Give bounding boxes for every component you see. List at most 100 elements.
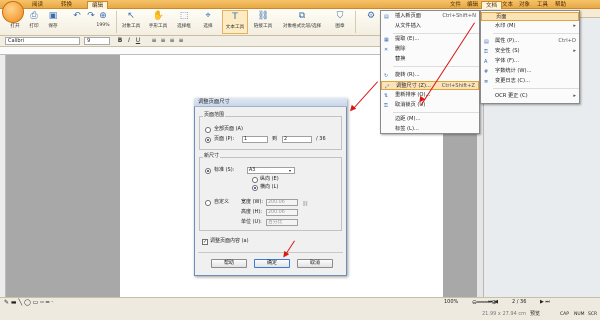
menu-reorder[interactable]: ⇅ 重新排序 (O)... — [381, 91, 479, 100]
adjust-content-checkbox[interactable]: ✓ — [202, 239, 208, 245]
next-page-button[interactable]: ▶ ⏭ — [540, 299, 550, 306]
submenu-properties[interactable]: ▤ 属性 (P)... Ctrl+D — [481, 37, 579, 46]
separator — [355, 11, 356, 33]
menu-separator — [393, 112, 479, 113]
font-size-select[interactable]: 9 — [84, 37, 110, 45]
menu-label: 替换 — [395, 56, 406, 62]
italic-button[interactable]: I — [125, 37, 133, 45]
menu-object[interactable]: 对象 — [515, 1, 534, 9]
menu-label: 提取 (E)... — [395, 36, 420, 42]
view-mode: 预览 — [530, 311, 541, 317]
standard-size-radio[interactable] — [205, 168, 211, 174]
justify-icon[interactable]: ≡ — [177, 37, 185, 45]
drawing-tools[interactable]: ✎ ▬ ╲ ◯ ▭ ┉ ━ · — [4, 299, 53, 306]
font-family-select[interactable]: Calibri — [5, 37, 80, 45]
height-label: 高度 (H): — [241, 209, 262, 215]
pages-label: 页面 (P): — [214, 136, 235, 142]
menu-delete[interactable]: ✕ 删除 — [381, 45, 479, 54]
hand-tool-label: 手形工具 — [148, 24, 168, 29]
zoom-percent[interactable]: 100% — [444, 299, 458, 306]
menu-shortcut: Ctrl+D — [558, 38, 576, 44]
menu-label: 字体 (F)... — [495, 58, 520, 64]
width-input[interactable]: 200.06 — [266, 199, 298, 206]
pages-radio[interactable] — [205, 137, 211, 143]
tab-read[interactable]: 阅读 — [28, 1, 47, 9]
ribbon-extra-button[interactable]: ⚙ — [360, 10, 382, 34]
reorder-icon: ⇅ — [384, 93, 389, 99]
menu-shortcut: Ctrl+Shift+N — [442, 13, 476, 19]
help-button[interactable]: 帮助 — [211, 259, 247, 268]
menu-unlock-page[interactable]: ⚿ 取消锁页 (U) — [381, 101, 479, 110]
text-icon: T — [232, 12, 238, 22]
first-page-button[interactable]: ⏮ ◀ — [488, 299, 498, 306]
menu-edit[interactable]: 编辑 — [463, 1, 482, 9]
object-tool-label: 对象工具 — [121, 24, 141, 29]
select-label: 选择 — [203, 24, 213, 29]
submenu-word-count[interactable]: # 字数统计 (W)... — [481, 67, 579, 76]
object-format-button[interactable]: ⧉ 对象格式比较/选择 — [278, 10, 326, 34]
app-menu-button[interactable] — [2, 1, 24, 23]
lock-icon: ⚿ — [484, 49, 488, 55]
select-button[interactable]: ⌖ 选择 — [197, 10, 219, 34]
menu-labels[interactable]: 标签 (L)... — [381, 125, 479, 134]
portrait-radio[interactable] — [252, 177, 258, 183]
menu-rotate[interactable]: ↻ 旋转 (R)... — [381, 71, 479, 80]
marquee-icon: ⬚ — [179, 11, 189, 21]
height-input[interactable]: 200.06 — [266, 209, 298, 216]
select-box-button[interactable]: ⬚ 选择框 — [173, 10, 195, 34]
link-tool-button[interactable]: ⛓ 链接工具 — [251, 10, 275, 34]
menu-insert-page[interactable]: ▤ 插入新页面 Ctrl+Shift+N — [381, 12, 479, 21]
submenu-watermark[interactable]: 水印 (M) ▸ — [481, 22, 579, 31]
align-left-icon[interactable]: ≡ — [150, 37, 158, 45]
zoom-level[interactable]: ⊕ 199% — [92, 10, 114, 34]
cancel-button[interactable]: 取消 — [297, 259, 333, 268]
underline-button[interactable]: U — [134, 37, 142, 45]
caps-lock-indicator: CAP — [560, 312, 569, 317]
object-tool-button[interactable]: ↖ 对象工具 — [119, 10, 143, 34]
text-tool-button[interactable]: T 文本工具 — [222, 10, 248, 34]
unit-select[interactable]: 百分比 — [266, 219, 298, 226]
tab-convert[interactable]: 转换 — [57, 1, 76, 9]
tab-edit[interactable]: 编辑 — [87, 1, 109, 9]
menu-tools[interactable]: 工具 — [533, 1, 552, 9]
zoom-label: 199% — [96, 23, 110, 28]
page-to-input[interactable]: 2 — [282, 136, 312, 143]
menu-label: 边距 (M)... — [395, 116, 421, 122]
submenu-fonts[interactable]: A 字体 (F)... — [481, 57, 579, 66]
hand-icon: ✋ — [152, 11, 164, 21]
dialog-title: 调整页面尺寸 — [194, 98, 347, 107]
page-from-input[interactable]: 1 — [242, 136, 268, 143]
width-label: 宽度 (W): — [241, 199, 264, 205]
all-pages-label: 全部页面 (A) — [214, 126, 243, 132]
submenu-pages[interactable]: 页面 — [481, 12, 579, 21]
menu-label: 字数统计 (W)... — [495, 68, 532, 74]
save-button[interactable]: ▣ 保存 — [42, 10, 64, 34]
submenu-changelog[interactable]: ≣ 变更日志 (C)... — [481, 77, 579, 86]
stamp-button[interactable]: ⛉ 图章 — [329, 10, 351, 34]
menu-insert-from-file[interactable]: 从文件插入 — [381, 22, 479, 31]
custom-size-radio[interactable] — [205, 200, 211, 206]
object-format-label: 对象格式比较/选择 — [282, 24, 322, 29]
submenu-ocr[interactable]: OCR 更正 (C) ▸ — [481, 92, 579, 101]
menu-margins[interactable]: 边距 (M)... — [381, 115, 479, 124]
landscape-radio[interactable] — [252, 185, 258, 191]
align-right-icon[interactable]: ≡ — [168, 37, 176, 45]
all-pages-radio[interactable] — [205, 127, 211, 133]
standard-size-select[interactable]: A3 — [247, 167, 295, 174]
submenu-arrow-icon: ▸ — [573, 48, 576, 54]
menu-label: 旋转 (R)... — [395, 72, 420, 78]
stamp-label: 图章 — [335, 24, 345, 29]
landscape-label: 横向 (L) — [260, 184, 279, 190]
compare-icon: ⧉ — [298, 11, 306, 21]
menu-replace[interactable]: 替换 — [381, 55, 479, 64]
menu-help[interactable]: 帮助 — [551, 1, 570, 9]
menu-shortcut: Ctrl+Shift+Z — [441, 83, 475, 89]
menu-label: 变更日志 (C)... — [495, 78, 531, 84]
submenu-security[interactable]: ⚿ 安全性 (S) ▸ — [481, 47, 579, 56]
bold-button[interactable]: B — [116, 37, 124, 45]
align-center-icon[interactable]: ≡ — [159, 37, 167, 45]
hand-tool-button[interactable]: ✋ 手形工具 — [146, 10, 170, 34]
page-indicator[interactable]: 2 / 36 — [512, 299, 526, 306]
wrench-icon: ⚙ — [366, 11, 376, 21]
ok-button[interactable]: 确定 — [254, 259, 290, 268]
